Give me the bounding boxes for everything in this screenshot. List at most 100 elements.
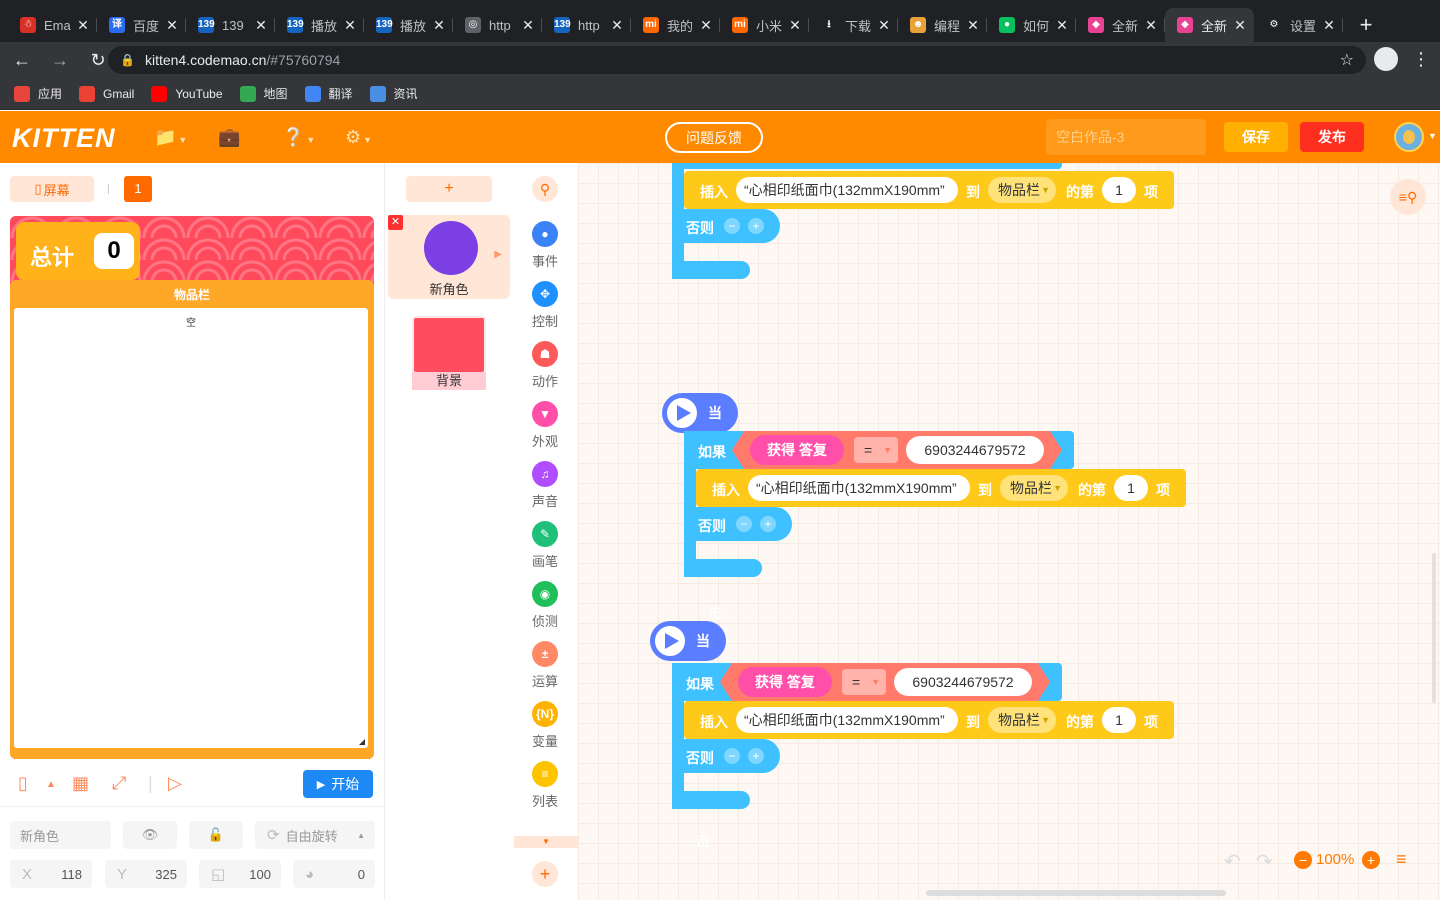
equals-condition[interactable]: 获得 答复 = ▼ 6903244679572 <box>732 431 1062 469</box>
new-tab-button[interactable]: + <box>1351 8 1381 42</box>
search-icon[interactable]: ⚲ <box>532 176 558 202</box>
sprite-card[interactable]: 新角色 ▶ <box>388 215 510 299</box>
insert-block[interactable]: 插入 “心相印纸面巾(132mmX190mm” 到 物品栏 ▼ 的第 1 项 <box>684 701 1174 739</box>
profile-avatar-icon[interactable] <box>1374 47 1398 71</box>
operator-select[interactable]: = ▼ <box>842 669 886 695</box>
kitten-logo[interactable]: KITTEN <box>12 123 116 154</box>
add-extension-button[interactable]: + <box>532 861 558 887</box>
user-avatar[interactable] <box>1394 122 1424 152</box>
remove-branch-icon[interactable]: − <box>724 748 740 764</box>
horizontal-scrollbar[interactable] <box>926 890 1226 896</box>
feedback-button[interactable]: 问题反馈 <box>665 122 763 153</box>
index-input[interactable]: 1 <box>1114 475 1148 501</box>
zoom-out-button[interactable]: − <box>1294 851 1312 869</box>
list-select[interactable]: 物品栏 ▼ <box>988 177 1056 203</box>
category-item[interactable]: ♫ 声音 <box>512 461 578 510</box>
bookmark-item[interactable]: 资讯 <box>369 85 418 102</box>
folder-icon[interactable]: 📁 ▼ <box>154 127 187 148</box>
close-tab-icon[interactable]: ✕ <box>431 17 447 34</box>
insert-block[interactable]: 插入 “心相印纸面巾(132mmX190mm” 到 物品栏 ▼ 的第 1 项 <box>684 171 1174 209</box>
index-input[interactable]: 1 <box>1102 707 1136 733</box>
else-row[interactable]: 否则 − + <box>672 739 780 773</box>
equals-condition[interactable]: 获得 答复 = ▼ 6903244679572 <box>720 663 1050 701</box>
back-icon[interactable]: ← <box>6 44 38 76</box>
close-tab-icon[interactable]: ✕ <box>1232 17 1248 34</box>
size-field[interactable]: ◱ 100 <box>199 860 281 888</box>
settings-gear-icon[interactable]: ⚙ ▼ <box>345 127 372 148</box>
sprite-name-field[interactable]: 新角色 <box>10 821 111 849</box>
rotation-mode-select[interactable]: ⟳ 自由旋转 ▲ <box>255 821 375 849</box>
browser-menu-icon[interactable]: ⋮ <box>1412 47 1430 71</box>
compare-value-input[interactable]: 6903244679572 <box>894 668 1032 696</box>
save-button[interactable]: 保存 <box>1224 122 1288 152</box>
code-workspace[interactable]: 插入 “心相印纸面巾(132mmX190mm” 到 物品栏 ▼ 的第 1 项 否则… <box>578 163 1440 900</box>
total-variable-monitor[interactable]: 总计 0 <box>16 222 140 280</box>
category-item[interactable]: ▼ 外观 <box>512 401 578 450</box>
project-name-input[interactable]: 空白作品-3 <box>1046 119 1206 155</box>
chevron-right-icon[interactable]: ▶ <box>494 249 502 260</box>
browser-tab[interactable]: ☻ 编程 ✕ <box>898 8 987 42</box>
grid-icon[interactable]: ▦ <box>72 773 89 794</box>
if-row[interactable]: 如果 获得 答复 = ▼ 6903244679572 <box>672 663 1062 701</box>
background-card[interactable]: 背景 <box>412 316 486 390</box>
undo-icon[interactable]: ↶ <box>1224 849 1241 874</box>
browser-tab[interactable]: ⭳ 下载 ✕ <box>809 8 898 42</box>
inventory-list-monitor[interactable]: 物品栏 空 <box>10 280 374 759</box>
list-select[interactable]: 物品栏 ▼ <box>1000 475 1068 501</box>
zoom-in-button[interactable]: + <box>1362 851 1380 869</box>
category-item[interactable]: ◉ 侦测 <box>512 581 578 630</box>
browser-tab[interactable]: ◆ 全新 ✕ <box>1076 8 1165 42</box>
user-menu-caret-icon[interactable]: ▼ <box>1428 131 1437 141</box>
when-start-clicked-hat[interactable]: 当 开始 被点击 <box>650 621 726 849</box>
start-button[interactable]: ▶ 开始 <box>303 770 373 798</box>
close-tab-icon[interactable]: ✕ <box>965 17 981 34</box>
bookmark-item[interactable]: 翻译 <box>304 85 353 102</box>
insert-block[interactable]: 插入 “心相印纸面巾(132mmX190mm” 到 物品栏 ▼ 的第 1 项 <box>696 469 1186 507</box>
add-branch-icon[interactable]: + <box>748 218 764 234</box>
address-bar[interactable]: 🔒 kitten4.codemao.cn/#75760794 ☆ <box>108 46 1366 74</box>
close-tab-icon[interactable]: ✕ <box>1143 17 1159 34</box>
else-row[interactable]: 否则 − + <box>672 209 780 243</box>
list-select[interactable]: 物品栏 ▼ <box>988 707 1056 733</box>
add-branch-icon[interactable]: + <box>748 748 764 764</box>
when-start-clicked-hat[interactable]: 当 开始 被点击 <box>662 393 738 621</box>
stage-canvas[interactable]: 总计 0 物品栏 空 <box>10 216 374 759</box>
caret-up-icon[interactable]: ▲ <box>46 779 56 790</box>
if-row[interactable]: 如果 获得 答复 = ▼ 6903244679572 <box>684 431 1074 469</box>
close-tab-icon[interactable]: ✕ <box>342 17 358 34</box>
bookmark-item[interactable]: YouTube <box>151 85 223 102</box>
insert-text-input[interactable]: “心相印纸面巾(132mmX190mm” <box>748 475 970 501</box>
browser-tab[interactable]: ⚙ 设置 ✕ <box>1254 8 1343 42</box>
browser-tab[interactable]: ● 如何 ✕ <box>987 8 1076 42</box>
delete-sprite-icon[interactable]: ✕ <box>388 215 403 230</box>
category-item[interactable]: ☗ 动作 <box>512 341 578 390</box>
bookmark-item[interactable]: Gmail <box>79 85 134 102</box>
browser-tab[interactable]: ◆ 全新 ✕ <box>1165 8 1254 42</box>
close-tab-icon[interactable]: ✕ <box>787 17 803 34</box>
align-blocks-icon[interactable]: ≡ <box>1396 849 1407 870</box>
vertical-scrollbar[interactable] <box>1432 553 1436 703</box>
fullscreen-icon[interactable]: ⤢ <box>112 773 126 794</box>
player-icon[interactable]: ▷ <box>168 773 182 794</box>
bookmark-star-icon[interactable]: ☆ <box>1340 50 1354 70</box>
publish-button[interactable]: 发布 <box>1300 122 1364 152</box>
lock-toggle-icon[interactable]: 🔓 <box>189 821 243 849</box>
close-tab-icon[interactable]: ✕ <box>75 17 91 34</box>
category-item[interactable]: ✎ 画笔 <box>512 521 578 570</box>
category-item[interactable]: {N} 变量 <box>512 701 578 750</box>
block-search-button[interactable]: ≡⚲ <box>1390 179 1426 215</box>
category-item[interactable]: ● 事件 <box>512 221 578 270</box>
close-tab-icon[interactable]: ✕ <box>520 17 536 34</box>
bookmark-item[interactable]: 地图 <box>239 85 288 102</box>
y-position-field[interactable]: Y 325 <box>105 860 187 888</box>
close-tab-icon[interactable]: ✕ <box>1321 17 1337 34</box>
operator-select[interactable]: = ▼ <box>854 437 898 463</box>
get-answer-block[interactable]: 获得 答复 <box>738 667 832 697</box>
scroll-down-icon[interactable]: ▼ <box>514 836 578 848</box>
else-row[interactable]: 否则 − + <box>684 507 792 541</box>
remove-branch-icon[interactable]: − <box>724 218 740 234</box>
browser-tab[interactable]: 译百度 ✕ <box>97 8 186 42</box>
bookmark-item[interactable]: 应用 <box>14 85 62 102</box>
resize-handle-icon[interactable] <box>359 739 365 745</box>
screen-button[interactable]: ▯ 屏幕 <box>10 176 94 202</box>
